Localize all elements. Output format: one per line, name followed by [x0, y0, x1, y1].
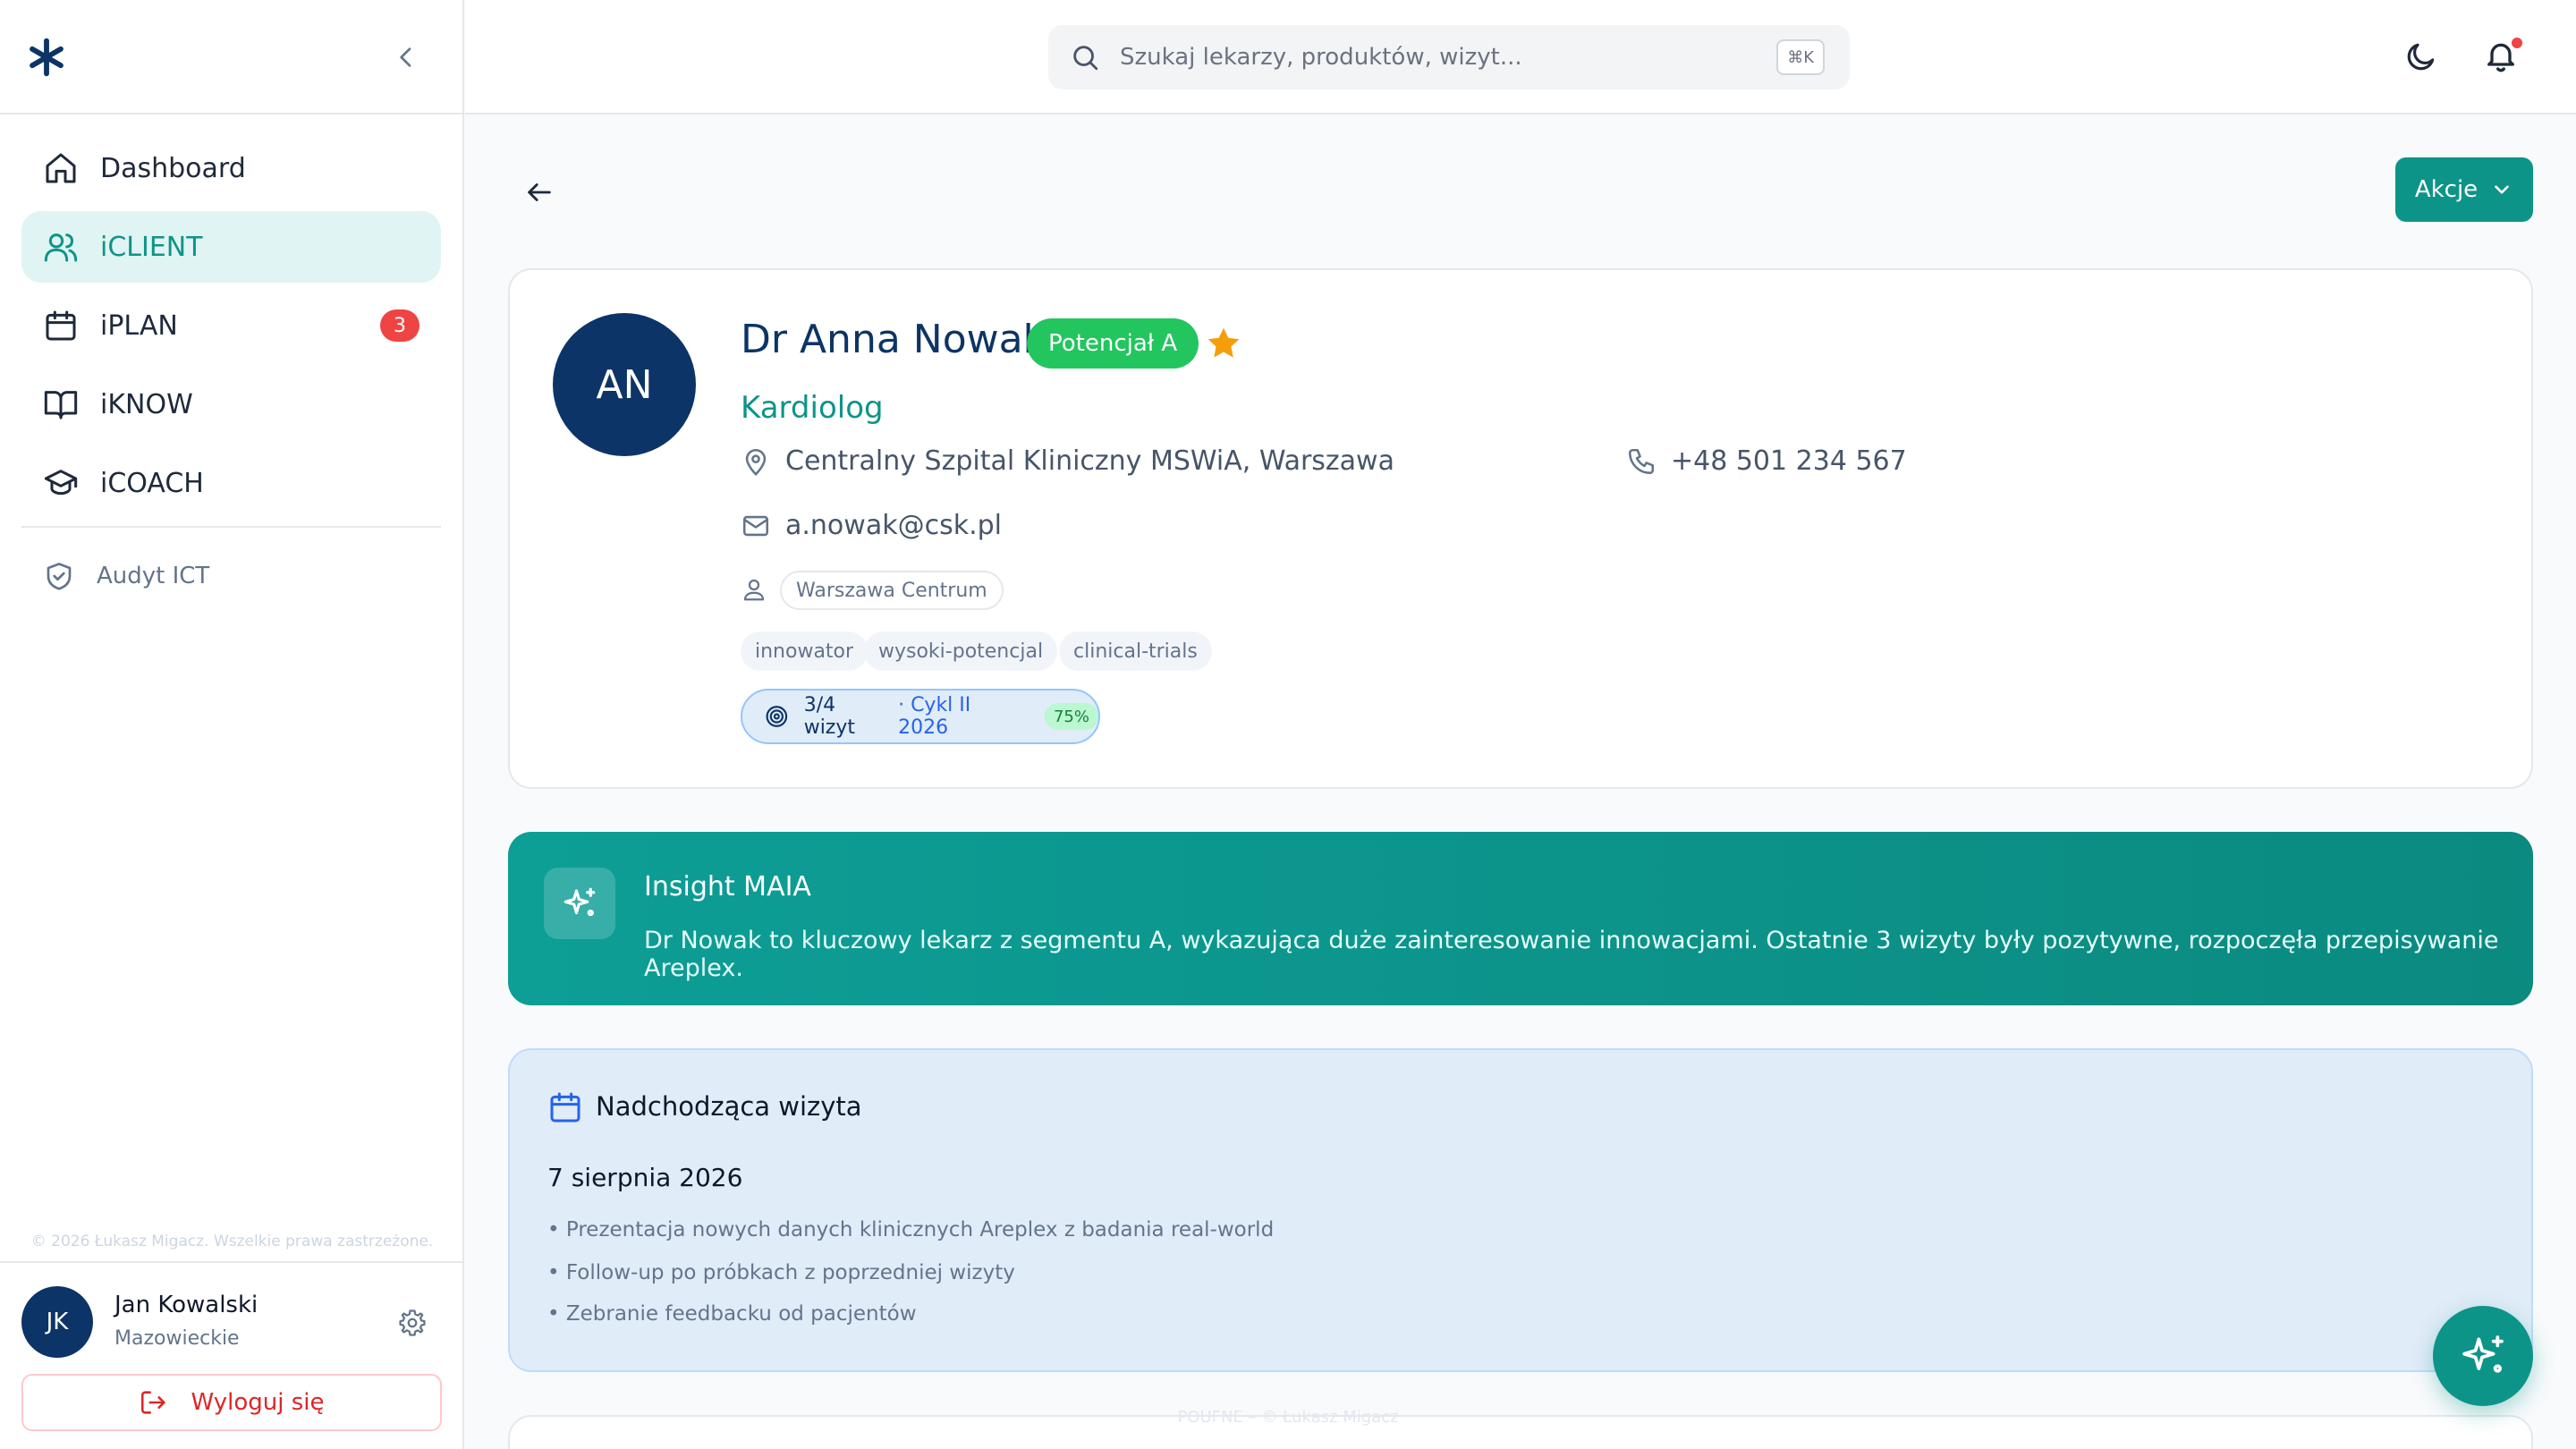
- sidebar: Dashboard iCLIENT iPLAN 3 iKNOW iCOACH A…: [0, 0, 464, 1449]
- phone-text: +48 501 234 567: [1671, 445, 1907, 477]
- search-placeholder: Szukaj lekarzy, produktów, wizyt...: [1120, 44, 1522, 71]
- visits-cycle: · Cykl II 2026: [898, 694, 971, 739]
- visits-progress-pill: 3/4 wizyt · Cykl II 2026 75%: [741, 689, 1100, 744]
- doctor-profile-card: AN Dr Anna Nowak Potencjał A Kardiolog C…: [508, 268, 2533, 789]
- list-item: • Zebranie feedbacku od pacjentów: [547, 1302, 917, 1326]
- hospital-text: Centralny Szpital Kliniczny MSWiA, Warsz…: [785, 445, 1394, 477]
- nav-label: iCOACH: [100, 467, 204, 499]
- nav-label: Audyt ICT: [97, 563, 210, 589]
- notification-dot: [2510, 36, 2524, 50]
- calendar-icon: [550, 1092, 580, 1123]
- nav-item-iplan[interactable]: iPLAN 3: [21, 290, 441, 361]
- users-icon: [44, 233, 78, 262]
- home-icon: [46, 153, 76, 183]
- nav-label: iKNOW: [100, 388, 193, 420]
- upcoming-date: 7 sierpnia 2026: [547, 1163, 743, 1192]
- actions-label: Akcje: [2414, 176, 2479, 203]
- notification-count-badge: 3: [380, 309, 419, 342]
- map-pin-icon: [745, 448, 767, 476]
- insight-banner: Insight MAIA Dr Nowak to kluczowy lekarz…: [508, 832, 2533, 1005]
- upcoming-title: Nadchodząca wizyta: [596, 1091, 862, 1122]
- tag-chip: innowator: [741, 631, 869, 671]
- user-name: Jan Kowalski: [114, 1292, 258, 1318]
- sparkles-icon: [2462, 1335, 2504, 1373]
- sparkles-icon: [544, 868, 615, 939]
- upcoming-visit-card: Nadchodząca wizyta 7 sierpnia 2026 • Pre…: [508, 1048, 2533, 1372]
- sidebar-header: [0, 0, 462, 114]
- arrow-left-icon[interactable]: [522, 177, 556, 208]
- search-input[interactable]: Szukaj lekarzy, produktów, wizyt... ⌘K: [1048, 25, 1850, 89]
- graduation-cap-icon: [44, 470, 78, 496]
- book-icon: [44, 391, 78, 419]
- nav-item-dashboard[interactable]: Dashboard: [21, 132, 441, 204]
- insight-text: Dr Nowak to kluczowy lekarz z segmentu A…: [644, 927, 2499, 982]
- list-item: • Prezentacja nowych danych klinicznych …: [547, 1218, 1275, 1241]
- phone-icon: [1628, 448, 1655, 474]
- moon-icon[interactable]: [2404, 39, 2438, 73]
- main-nav: Dashboard iCLIENT iPLAN 3 iKNOW iCOACH: [0, 114, 462, 519]
- chevron-left-icon[interactable]: [392, 41, 420, 73]
- calendar-icon: [46, 310, 76, 341]
- ai-assistant-button[interactable]: [2433, 1306, 2533, 1406]
- nav-label: iPLAN: [100, 309, 178, 342]
- nav-item-audyt-ict[interactable]: Audyt ICT: [0, 542, 462, 610]
- nav-item-iknow[interactable]: iKNOW: [21, 369, 441, 440]
- tag-chip: clinical-trials: [1059, 631, 1212, 671]
- user-region: Mazowieckie: [114, 1327, 240, 1350]
- nav-item-iclient[interactable]: iCLIENT: [21, 211, 441, 283]
- tag-chip: wysoki-potencjal: [864, 631, 1058, 671]
- user-location-icon: [743, 579, 765, 601]
- potential-badge: Potencjał A: [1027, 318, 1199, 369]
- doctor-avatar: AN: [553, 313, 696, 456]
- email-text: a.nowak@csk.pl: [785, 510, 1002, 541]
- hospital-info: Centralny Szpital Kliniczny MSWiA, Warsz…: [741, 445, 1394, 477]
- territory-chip: Warszawa Centrum: [780, 571, 1004, 610]
- list-item: • Follow-up po próbkach z poprzedniej wi…: [547, 1261, 1015, 1284]
- chevron-down-icon: [2495, 185, 2509, 194]
- top-bar: Szukaj lekarzy, produktów, wizyt... ⌘K: [465, 0, 2576, 114]
- search-icon: [1073, 46, 1098, 71]
- mail-icon: [742, 515, 769, 536]
- nav-divider: [21, 526, 441, 528]
- avatar[interactable]: JK: [21, 1286, 93, 1358]
- insight-title: Insight MAIA: [644, 871, 811, 902]
- star-icon[interactable]: [1204, 324, 1243, 363]
- visits-percent: 75%: [1044, 703, 1098, 730]
- shield-icon: [47, 563, 72, 590]
- doctor-specialty: Kardiolog: [741, 390, 884, 426]
- email-info[interactable]: a.nowak@csk.pl: [741, 510, 1002, 541]
- confidential-watermark: POUFNE – © Łukasz Migacz: [1177, 1408, 1399, 1427]
- nav-item-icoach[interactable]: iCOACH: [21, 447, 441, 519]
- phone-info[interactable]: +48 501 234 567: [1626, 445, 1907, 477]
- logo-asterisk-icon[interactable]: [27, 38, 66, 77]
- nav-label: iCLIENT: [100, 231, 203, 263]
- gear-icon[interactable]: [397, 1308, 428, 1338]
- target-icon: [766, 706, 788, 727]
- nav-label: Dashboard: [100, 152, 246, 184]
- doctor-name: Dr Anna Nowak: [741, 317, 1046, 362]
- keyboard-shortcut: ⌘K: [1776, 39, 1825, 75]
- actions-button[interactable]: Akcje: [2395, 157, 2533, 222]
- copyright-text: © 2026 Łukasz Migacz. Wszelkie prawa zas…: [30, 1233, 434, 1250]
- visits-count: 3/4 wizyt: [803, 694, 856, 739]
